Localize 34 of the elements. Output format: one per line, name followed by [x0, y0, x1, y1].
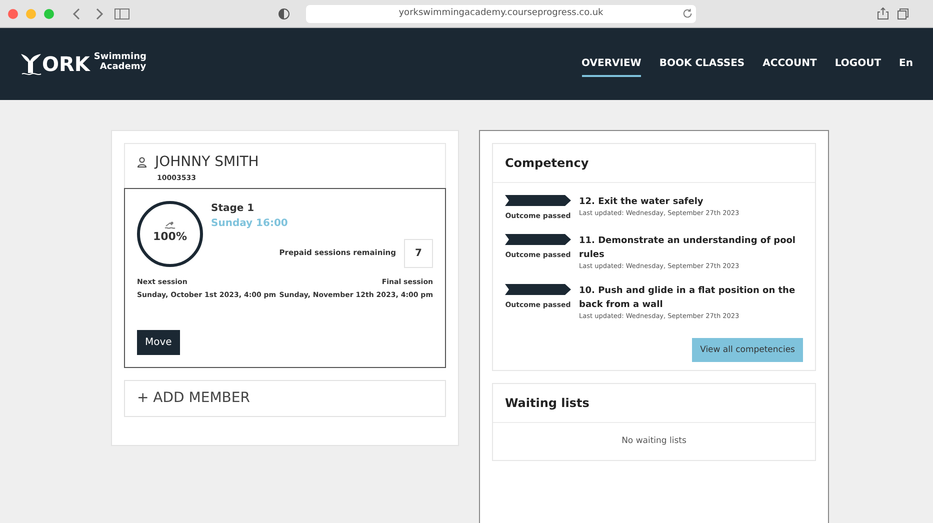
nav-link[interactable]: LOGOUT — [834, 52, 882, 76]
sidebar-icon[interactable] — [114, 8, 130, 20]
nav-link[interactable]: OVERVIEW — [582, 52, 642, 76]
nav-link[interactable]: En — [899, 52, 913, 76]
nav-link[interactable]: BOOK CLASSES — [659, 52, 745, 76]
competency-name: 10. Push and glide in a flat position on the back from a wall — [579, 284, 796, 312]
logo-wordmark: ORK — [42, 54, 90, 74]
competency-name: 12. Exit the water safely — [579, 196, 704, 209]
empty-message: No waiting lists — [620, 435, 688, 448]
view-all-competencies-button[interactable]: View all competencies — [692, 338, 803, 362]
nav-link[interactable]: ACCOUNT — [762, 52, 817, 76]
person-icon — [137, 157, 147, 168]
ribbon-icon — [505, 284, 571, 295]
ribbon-icon — [505, 195, 571, 206]
competency-name: 11. Demonstrate an understanding of pool rules — [579, 235, 797, 262]
logo-text: Swimming — [94, 52, 146, 62]
member-name: JOHNNY SMITH — [155, 153, 259, 172]
ribbon-icon — [505, 234, 571, 245]
logo-text: Academy — [100, 62, 146, 72]
tabs-icon[interactable] — [897, 8, 909, 20]
swimmer-icon — [164, 221, 176, 230]
whale-tail-icon — [20, 51, 42, 77]
prepaid-count: 7 — [404, 238, 433, 268]
competency-title: Competency — [493, 144, 815, 183]
close-window-icon[interactable] — [8, 8, 18, 18]
waiting-lists-title: Waiting lists — [493, 384, 815, 424]
move-button[interactable]: Move — [137, 330, 180, 354]
progress-percent: 100% — [153, 229, 187, 246]
class-time: Sunday 16:00 — [211, 216, 289, 230]
reload-icon[interactable] — [682, 8, 693, 19]
stage-name: Stage 1 — [211, 202, 256, 216]
address-field[interactable]: yorkswimmingacademy.courseprogress.co.uk — [306, 4, 696, 22]
share-icon[interactable] — [877, 7, 889, 20]
add-member-button[interactable]: + ADD MEMBER — [124, 380, 446, 416]
